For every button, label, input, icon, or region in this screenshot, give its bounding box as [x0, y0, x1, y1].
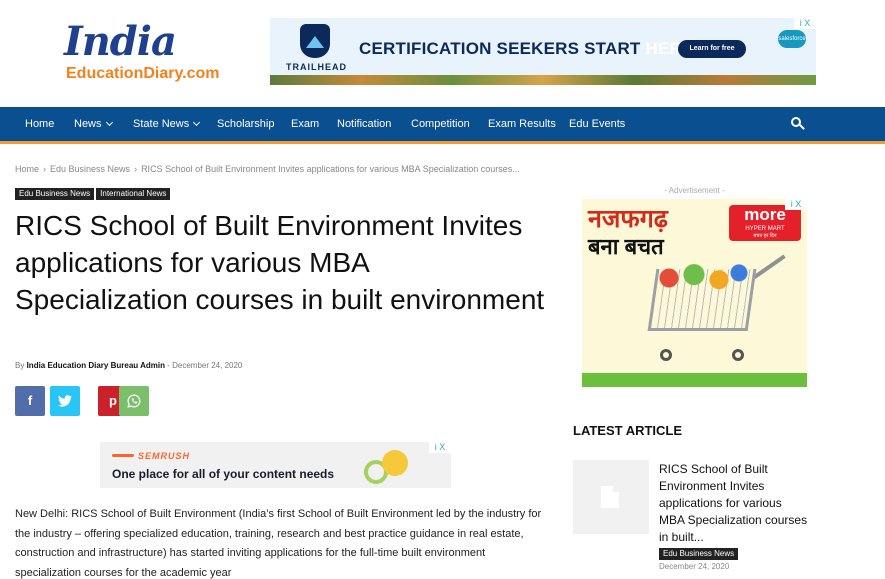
breadcrumb-current: RICS School of Built Environment Invites… [141, 164, 520, 174]
nav-label: Home [25, 118, 55, 130]
tag-international-news[interactable]: International News [96, 188, 171, 200]
trailhead-logo: TRAILHEAD [286, 24, 346, 74]
article-title: RICS School of Built Environment Invites… [15, 210, 545, 315]
nav-item-edu-events[interactable]: Edu Events [569, 107, 625, 141]
article-date: December 24, 2020 [172, 361, 243, 370]
sidebar-ad-banner[interactable]: नजफगढ़ बना बचत more HYPER MART बचत हर दि… [582, 199, 807, 387]
facebook-share-button[interactable]: f [15, 386, 45, 416]
byline-separator: - [167, 361, 170, 370]
nav-label: Exam Results [488, 118, 556, 130]
breadcrumb-separator-icon: › [43, 164, 47, 174]
author-link[interactable]: India Education Diary Bureau Admin [27, 361, 165, 370]
breadcrumb-category[interactable]: Edu Business News [50, 164, 130, 174]
latest-article-date: December 24, 2020 [659, 562, 730, 571]
nav-label: Edu Events [569, 118, 626, 130]
tag-edu-business-news[interactable]: Edu Business News [15, 188, 95, 200]
nav-item-exam[interactable]: Exam [291, 107, 319, 141]
breadcrumb-home[interactable]: Home [15, 164, 39, 174]
cart-handle [752, 254, 786, 280]
cart-wheel [732, 349, 744, 361]
ad-ground-strip [582, 373, 807, 387]
groceries-illustration [654, 261, 754, 295]
nav-label: Notification [337, 118, 392, 130]
ad-choices-close-icon[interactable]: i X [429, 442, 451, 453]
logo-india-text: India [64, 18, 177, 65]
cart-wheel [660, 349, 672, 361]
advertisement-label: - Advertisement - [664, 186, 725, 195]
pinterest-icon: p [109, 393, 117, 408]
nav-label: Scholarship [217, 118, 275, 130]
more-brand-tagline: बचत हर दिन [753, 233, 777, 239]
latest-article-title[interactable]: RICS School of Built Environment Invites… [659, 461, 809, 546]
chevron-down-icon [105, 118, 113, 127]
breadcrumb: Home › Edu Business News › RICS School of Bu… [15, 164, 520, 174]
nav-item-exam-results[interactable]: Exam Results [488, 107, 556, 141]
nav-item-competition[interactable]: Competition [411, 107, 470, 141]
article-byline: By India Education Diary Bureau Admin - … [15, 361, 242, 370]
more-hypermart-logo: more HYPER MART बचत हर दिन [729, 205, 801, 241]
nav-label: News [74, 118, 102, 130]
lightbulb-icon [382, 450, 408, 476]
category-tags: Edu Business News International News [15, 183, 172, 200]
whatsapp-icon [127, 394, 141, 408]
breadcrumb-separator-icon: › [134, 164, 138, 174]
salesforce-logo: salesforce [778, 30, 806, 48]
site-logo[interactable]: India EducationDiary.com [64, 18, 234, 88]
nav-label: State News [133, 118, 190, 130]
ad-headline-main: CERTIFICATION SEEKERS START [359, 39, 641, 58]
latest-article-tag[interactable]: Edu Business News [659, 548, 739, 560]
nav-label: Competition [411, 118, 470, 130]
nav-item-notification[interactable]: Notification [337, 107, 391, 141]
whatsapp-share-button[interactable] [119, 386, 149, 416]
inline-ad-copy: One place for all of your content needs [112, 467, 335, 481]
latest-article-thumbnail[interactable] [573, 460, 649, 534]
trailhead-brand: TRAILHEAD [286, 62, 347, 72]
site-header: India EducationDiary.com TRAILHEAD CERTI… [0, 0, 885, 107]
ad-choices-close-icon[interactable]: i X [794, 18, 816, 29]
search-icon[interactable] [791, 117, 805, 131]
article-body: New Delhi: RICS School of Built Environm… [15, 508, 542, 579]
latest-article-heading: LATEST ARTICLE [573, 423, 683, 438]
twitter-icon [58, 395, 72, 407]
ad-choices-close-icon[interactable]: i X [785, 199, 807, 210]
search-icon-handle [799, 124, 805, 130]
ad-image-strip [270, 75, 816, 85]
learn-for-free-button[interactable]: Learn for free [678, 40, 746, 58]
nav-item-news[interactable]: News [74, 107, 113, 141]
semrush-logo: SEMRUSH [112, 451, 190, 461]
logo-domain-text: EducationDiary.com [66, 65, 220, 82]
twitter-share-button[interactable] [50, 386, 80, 416]
chevron-down-icon [193, 118, 201, 127]
document-icon [601, 486, 619, 508]
sidebar-ad-subheadline: बना बचत [588, 234, 664, 259]
nav-item-state-news[interactable]: State News [133, 107, 201, 141]
byline-by: By [15, 361, 25, 370]
sidebar-ad-headline: नजफगढ़ [588, 205, 668, 233]
main-navigation: Home News State News Scholarship Exam No… [0, 107, 885, 144]
header-ad-banner[interactable]: TRAILHEAD CERTIFICATION SEEKERS START HE… [270, 18, 816, 85]
trailhead-shield-icon [300, 24, 330, 58]
facebook-icon: f [27, 393, 33, 408]
more-brand-sub: HYPER MART [745, 226, 785, 232]
nav-item-scholarship[interactable]: Scholarship [217, 107, 274, 141]
ad-headline: CERTIFICATION SEEKERS START HERE. [359, 39, 698, 59]
nav-label: Exam [291, 118, 320, 130]
inline-ad-banner[interactable]: SEMRUSH One place for all of your conten… [100, 442, 451, 488]
nav-item-home[interactable]: Home [25, 107, 54, 141]
